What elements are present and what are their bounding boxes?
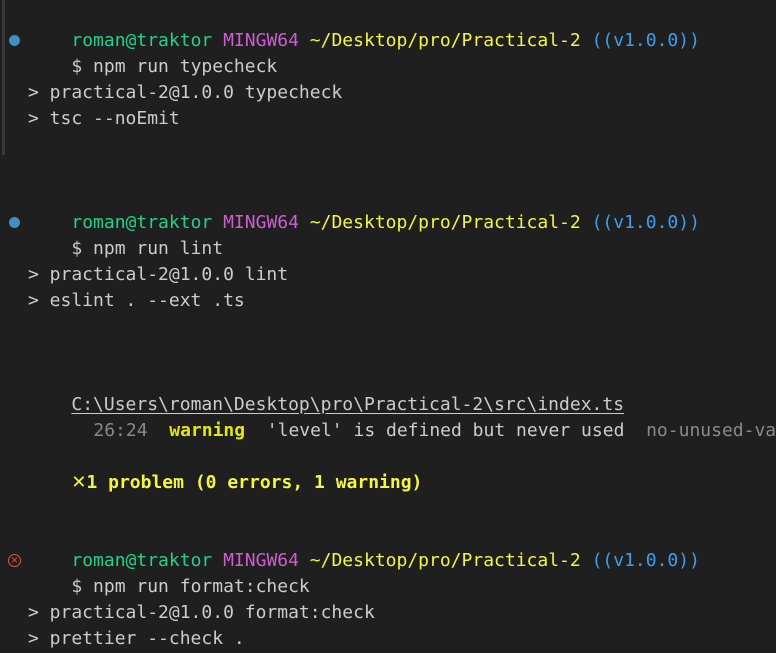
output-line: > eslint . --ext .ts xyxy=(28,290,245,311)
lint-warning-line: 26:24 warning 'level' is defined but nev… xyxy=(0,392,776,441)
lint-summary-line: ✕1 problem (0 errors, 1 warning) xyxy=(0,444,776,493)
command-success-dot-icon[interactable] xyxy=(9,35,20,46)
command-text: $ npm run format:check xyxy=(71,576,310,597)
command-line[interactable]: $ npm run lint xyxy=(0,210,776,259)
command-text: $ npm run lint xyxy=(71,238,224,259)
command-line[interactable]: × $ npm run format:check xyxy=(0,548,776,597)
command-success-dot-icon[interactable] xyxy=(9,217,20,228)
output-line: > practical-2@1.0.0 typecheck xyxy=(28,82,343,103)
output-line: > prettier --check . xyxy=(28,628,245,649)
prompt-line: roman@traktor MINGW64 ~/Desktop/pro/Prac… xyxy=(0,522,776,571)
output-line: > practical-2@1.0.0 format:check xyxy=(28,602,375,623)
lint-message: 'level' is defined but never used xyxy=(266,420,625,441)
lint-location: 26:24 xyxy=(93,420,148,441)
output-line: > practical-2@1.0.0 lint xyxy=(28,264,289,285)
prompt-line: roman@traktor MINGW64 ~/Desktop/pro/Prac… xyxy=(0,184,776,233)
lint-severity: warning xyxy=(169,420,246,441)
command-line[interactable]: $ npm run typecheck xyxy=(0,28,776,77)
lint-file-line: C:\Users\roman\Desktop\pro\Practical-2\s… xyxy=(0,366,776,415)
prompt-line: roman@traktor MINGW64 ~/Desktop/pro/Prac… xyxy=(0,2,776,51)
command-error-circle-icon[interactable]: × xyxy=(8,554,21,567)
lint-summary: 1 problem (0 errors, 1 warning) xyxy=(86,472,423,493)
output-line: > tsc --noEmit xyxy=(28,108,180,129)
terminal-panel[interactable]: roman@traktor MINGW64 ~/Desktop/pro/Prac… xyxy=(0,0,776,653)
command-text: $ npm run typecheck xyxy=(71,56,278,77)
lint-rule: no-unused-vars xyxy=(646,420,776,441)
cross-icon: ✕ xyxy=(71,472,87,493)
